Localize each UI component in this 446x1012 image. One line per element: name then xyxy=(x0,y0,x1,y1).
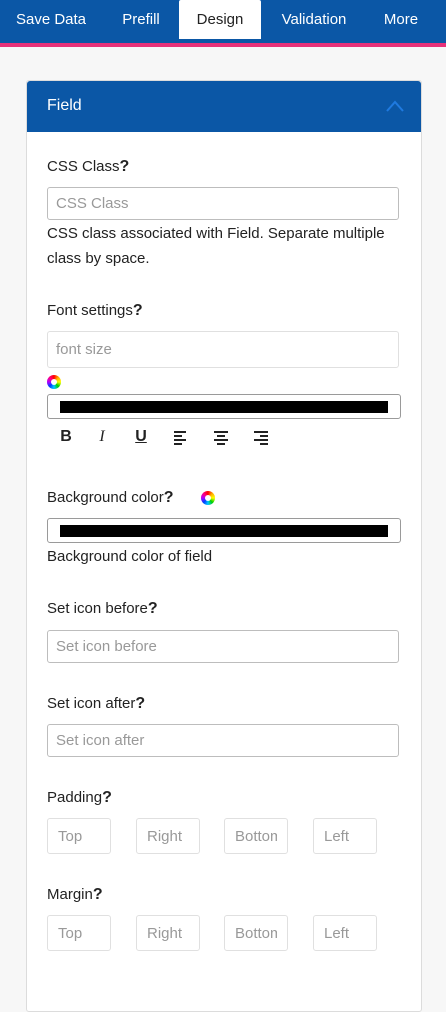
background-color-label: Background color? xyxy=(47,489,174,506)
tab-save-data[interactable]: Save Data xyxy=(5,0,97,39)
help-icon[interactable]: ? xyxy=(93,886,103,903)
tab-prefill[interactable]: Prefill xyxy=(108,0,174,39)
panel-header[interactable]: Field xyxy=(27,81,421,132)
padding-top-input[interactable] xyxy=(47,818,111,854)
icon-after-label: Set icon after? xyxy=(47,695,146,712)
align-right-icon[interactable] xyxy=(250,426,272,448)
margin-right-input[interactable] xyxy=(136,915,200,951)
tab-validation[interactable]: Validation xyxy=(270,0,358,39)
background-color-help: Background color of field xyxy=(47,548,213,565)
field-design-panel: Field CSS Class? CSS class associated wi… xyxy=(26,80,422,1012)
underline-button[interactable]: U xyxy=(130,426,152,448)
css-class-label: CSS Class? xyxy=(47,158,130,175)
help-icon[interactable]: ? xyxy=(164,489,174,506)
tab-design[interactable]: Design xyxy=(179,0,261,39)
margin-bottom-input[interactable] xyxy=(224,915,288,951)
color-wheel-icon[interactable] xyxy=(201,491,215,505)
margin-top-input[interactable] xyxy=(47,915,111,951)
help-icon[interactable]: ? xyxy=(102,789,112,806)
help-icon[interactable]: ? xyxy=(120,158,130,175)
font-color-swatch xyxy=(60,401,388,413)
top-tab-bar: Save Data Prefill Design Validation More xyxy=(0,0,446,47)
icon-before-label: Set icon before? xyxy=(47,600,158,617)
css-class-help: CSS class associated with Field. Separat… xyxy=(47,225,385,267)
bold-button[interactable]: B xyxy=(55,426,77,448)
background-color-swatch xyxy=(60,525,388,537)
css-class-input[interactable] xyxy=(47,187,399,220)
padding-label: Padding? xyxy=(47,789,112,806)
tab-more[interactable]: More xyxy=(370,0,432,39)
font-color-picker[interactable] xyxy=(47,394,401,419)
background-color-picker[interactable] xyxy=(47,518,401,543)
panel-title: Field xyxy=(47,97,82,114)
color-wheel-icon[interactable] xyxy=(47,375,61,389)
chevron-up-icon[interactable] xyxy=(385,99,405,113)
align-left-icon[interactable] xyxy=(170,426,192,448)
margin-label: Margin? xyxy=(47,886,103,903)
font-size-input[interactable] xyxy=(47,331,399,368)
padding-left-input[interactable] xyxy=(313,818,377,854)
help-icon[interactable]: ? xyxy=(148,600,158,617)
margin-left-input[interactable] xyxy=(313,915,377,951)
icon-after-input[interactable] xyxy=(47,724,399,757)
padding-bottom-input[interactable] xyxy=(224,818,288,854)
font-settings-label: Font settings? xyxy=(47,302,143,319)
italic-button[interactable]: I xyxy=(91,426,113,448)
help-icon[interactable]: ? xyxy=(135,695,145,712)
align-center-icon[interactable] xyxy=(210,426,232,448)
padding-right-input[interactable] xyxy=(136,818,200,854)
help-icon[interactable]: ? xyxy=(133,302,143,319)
icon-before-input[interactable] xyxy=(47,630,399,663)
